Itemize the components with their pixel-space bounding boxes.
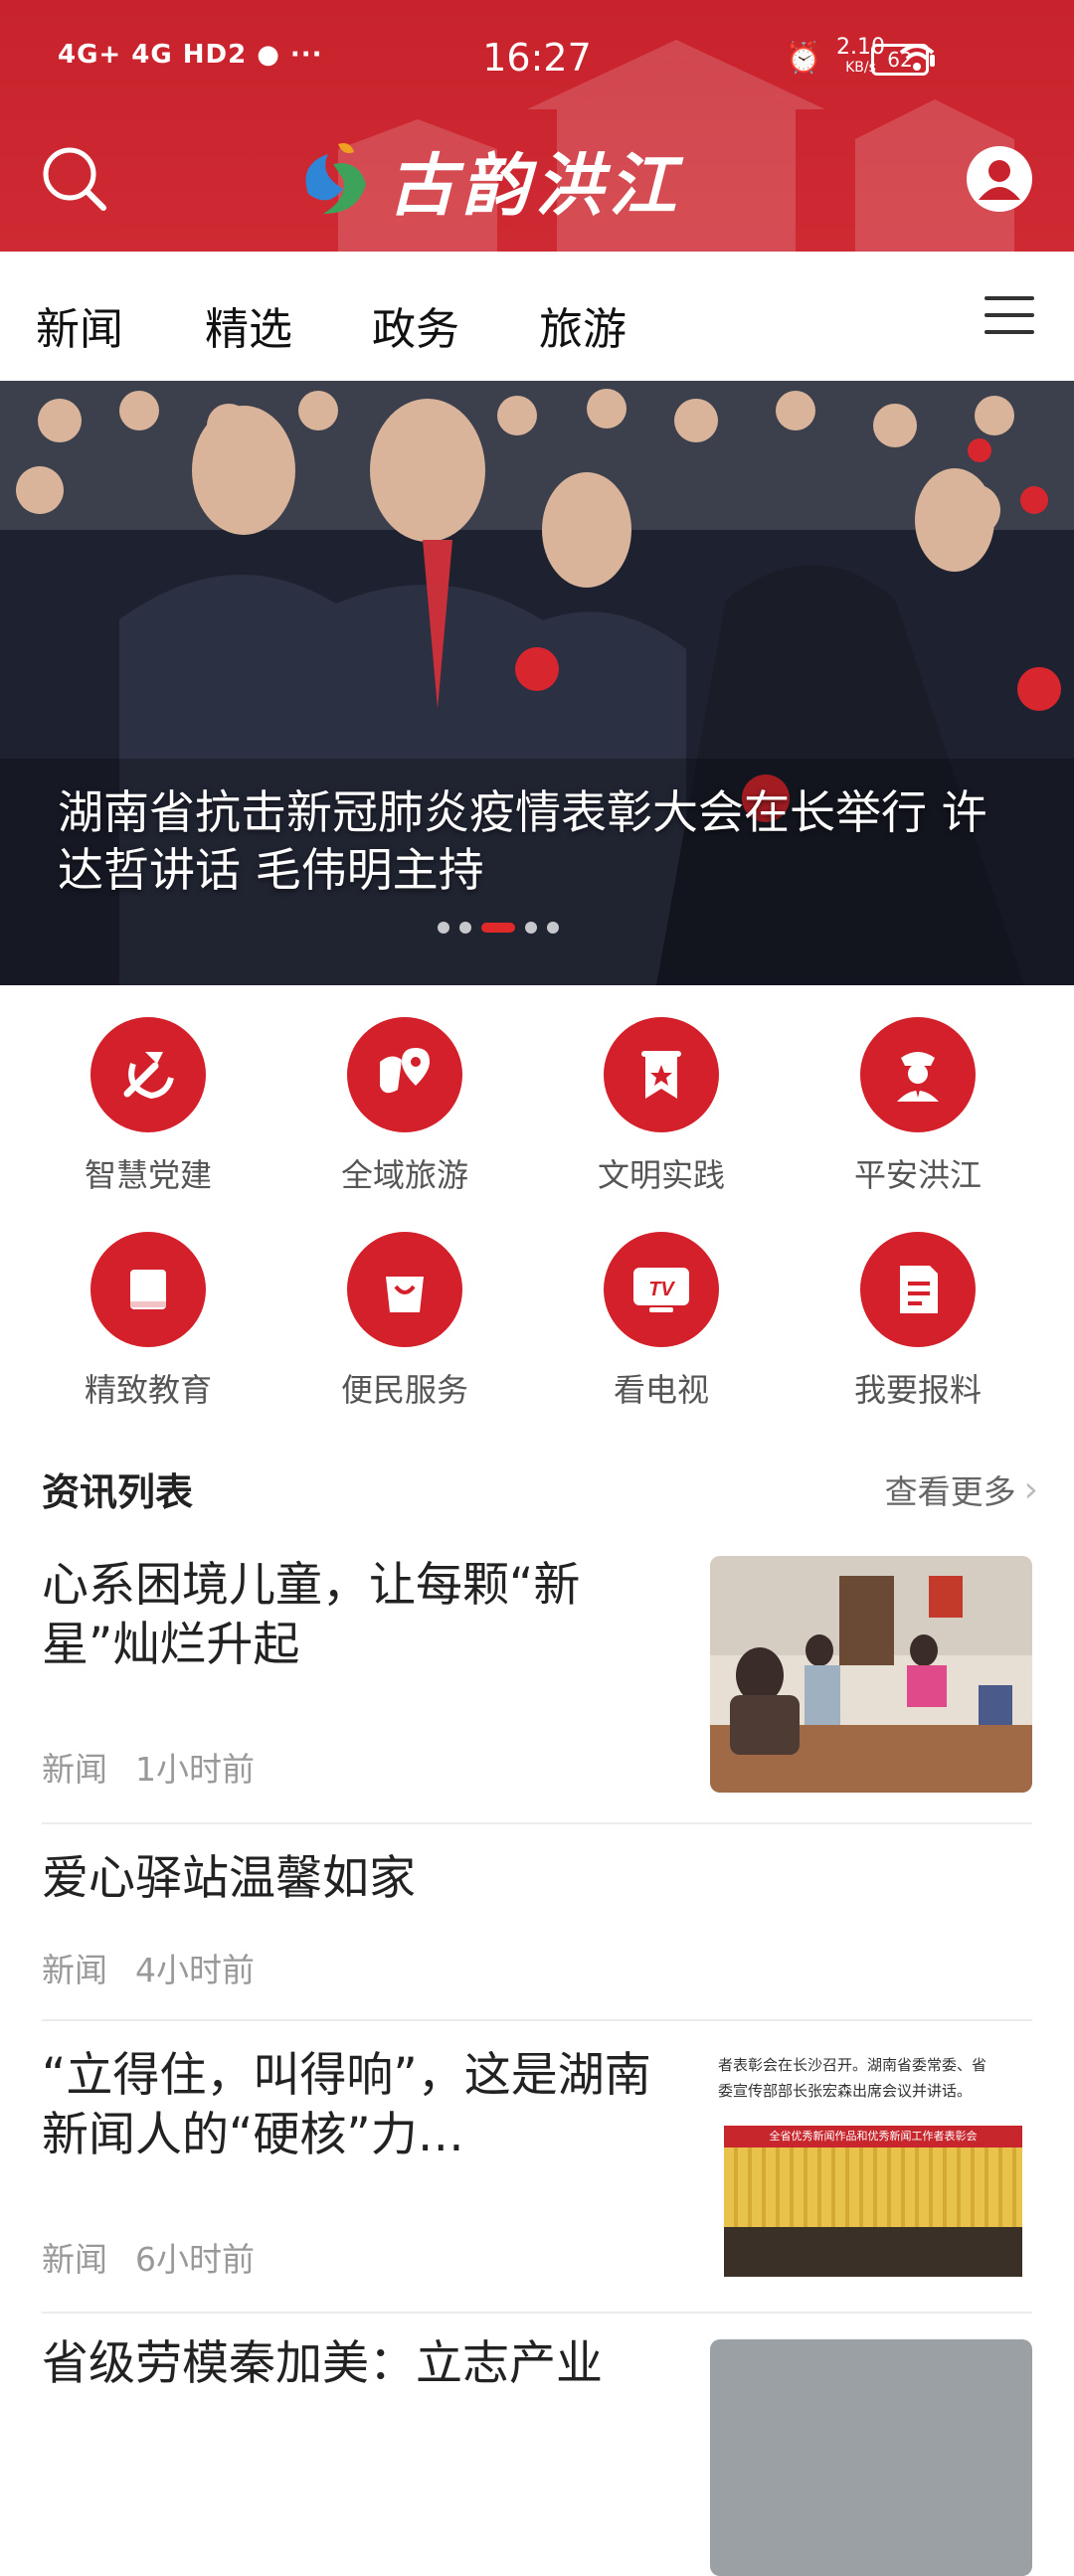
news-category: 新闻 <box>42 1951 107 1989</box>
hammer-sickle-icon <box>90 1017 206 1132</box>
service-tv[interactable]: TV 看电视 <box>533 1232 790 1411</box>
news-category: 新闻 <box>42 2240 107 2279</box>
tab-featured[interactable]: 精选 <box>205 293 292 357</box>
service-grid: 智慧党建 全域旅游 文明实践 平安洪江 精致教育 便民服务 TV 看电视 我要报… <box>0 1004 1074 1422</box>
news-item[interactable]: 爱心驿站温馨如家 新闻 4小时前 <box>42 1849 1032 1998</box>
status-bar: 4G+ 4G HD2 ● ··· 16:27 ⏰ 2.10 KB/s 62 <box>0 30 1074 93</box>
thumbnail-caption-line: 委宣传部部长张宏森出席会议并讲话。 <box>718 2082 973 2100</box>
shopping-bag-icon <box>347 1232 462 1347</box>
carousel-dot[interactable] <box>525 922 537 934</box>
carousel-dot[interactable] <box>438 922 449 934</box>
category-tabs: 新闻 精选 政务 旅游 <box>0 252 1074 381</box>
book-icon <box>90 1232 206 1347</box>
service-tourism[interactable]: 全域旅游 <box>276 1017 533 1196</box>
tab-travel[interactable]: 旅游 <box>539 293 626 357</box>
service-report[interactable]: 我要报料 <box>790 1232 1046 1411</box>
police-icon <box>860 1017 976 1132</box>
service-civilization[interactable]: 文明实践 <box>533 1017 790 1196</box>
search-icon[interactable] <box>40 144 109 214</box>
view-more-label: 查看更多 <box>884 1472 1016 1511</box>
chevron-right-icon: › <box>1023 1468 1038 1510</box>
carousel-dot[interactable] <box>547 922 559 934</box>
carousel-dot[interactable] <box>459 922 471 934</box>
tv-icon: TV <box>604 1232 719 1347</box>
tab-news[interactable]: 新闻 <box>36 293 123 357</box>
news-item[interactable]: “立得住，叫得响”，这是湖南新闻人的“硬核”力… 新闻 6小时前 者表彰会在长沙召… <box>42 2046 1032 2285</box>
carousel-dot-active[interactable] <box>481 923 515 933</box>
news-section-title: 资讯列表 <box>42 1470 194 1514</box>
news-title: 心系困境儿童，让每颗“新星”灿烂升起 <box>42 1558 581 1672</box>
menu-icon[interactable] <box>984 296 1034 336</box>
service-label: 智慧党建 <box>84 1156 212 1194</box>
service-label: 便民服务 <box>340 1371 468 1409</box>
divider <box>42 1822 1032 1824</box>
news-title: 省级劳模秦加美：立志产业 <box>42 2336 603 2391</box>
tab-government[interactable]: 政务 <box>372 293 459 357</box>
app-header: 4G+ 4G HD2 ● ··· 16:27 ⏰ 2.10 KB/s 62 古韵… <box>0 0 1074 252</box>
news-meta: 新闻 4小时前 <box>42 1944 255 1991</box>
svg-text:TV: TV <box>648 1279 675 1300</box>
thumbnail-stage-banner: 全省优秀新闻作品和优秀新闻工作者表彰会 <box>724 2126 1022 2147</box>
logo-mark-icon <box>305 143 366 214</box>
banner-caption: 湖南省抗击新冠肺炎疫情表彰大会在长举行 许达哲讲话 毛伟明主持 <box>58 785 987 897</box>
view-more-link[interactable]: 查看更多 › <box>885 1465 1038 1513</box>
service-label: 我要报料 <box>853 1371 982 1409</box>
news-thumbnail <box>710 2339 1032 2576</box>
service-convenience[interactable]: 便民服务 <box>276 1232 533 1411</box>
news-meta: 新闻 1小时前 <box>42 1743 255 1791</box>
news-title: 爱心驿站温馨如家 <box>42 1851 416 1906</box>
app-logo: 古韵洪江 <box>288 134 786 226</box>
thumbnail-caption-line: 者表彰会在长沙召开。湖南省委常委、省 <box>718 2056 987 2074</box>
alarm-icon: ⏰ <box>785 40 823 76</box>
news-time: 6小时前 <box>135 2240 255 2279</box>
battery-indicator: 62 <box>871 44 935 76</box>
service-education[interactable]: 精致教育 <box>20 1232 276 1411</box>
news-banner[interactable]: 湖南省抗击新冠肺炎疫情表彰大会在长举行 许达哲讲话 毛伟明主持 <box>0 381 1074 985</box>
service-label: 精致教育 <box>84 1371 212 1409</box>
user-profile-icon[interactable] <box>965 144 1034 214</box>
divider <box>42 2312 1032 2314</box>
app-title: 古韵洪江 <box>388 145 683 226</box>
carousel-dots <box>438 922 559 934</box>
map-pin-icon <box>347 1017 462 1132</box>
divider <box>42 2019 1032 2021</box>
news-title: “立得住，叫得响”，这是湖南新闻人的“硬核”力… <box>42 2048 651 2162</box>
news-time: 4小时前 <box>135 1951 255 1989</box>
service-smart-party[interactable]: 智慧党建 <box>20 1017 276 1196</box>
service-label: 文明实践 <box>597 1156 725 1194</box>
news-thumbnail <box>710 1556 1032 1793</box>
service-label: 平安洪江 <box>853 1156 982 1194</box>
service-label: 全域旅游 <box>340 1156 468 1194</box>
service-safety[interactable]: 平安洪江 <box>790 1017 1046 1196</box>
banner-star-icon <box>604 1017 719 1132</box>
news-item[interactable]: 心系困境儿童，让每颗“新星”灿烂升起 新闻 1小时前 <box>42 1556 1032 1795</box>
service-label: 看电视 <box>613 1371 709 1409</box>
news-item[interactable]: 省级劳模秦加美：立志产业 <box>42 2334 1032 2576</box>
news-category: 新闻 <box>42 1750 107 1789</box>
news-meta: 新闻 6小时前 <box>42 2233 255 2281</box>
news-thumbnail: 者表彰会在长沙召开。湖南省委常委、省 委宣传部部长张宏森出席会议并讲话。 全省优… <box>710 2046 1032 2283</box>
news-time: 1小时前 <box>135 1750 255 1789</box>
report-icon <box>860 1232 976 1347</box>
